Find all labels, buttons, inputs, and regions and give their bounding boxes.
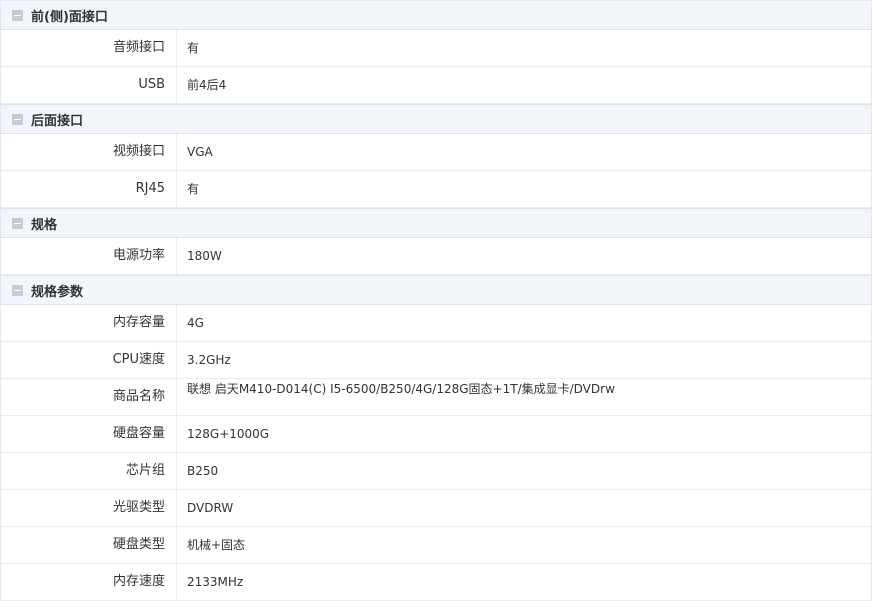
table-row: RJ45 有 xyxy=(1,171,871,208)
row-label: RJ45 xyxy=(1,171,177,207)
spec-table: 前(侧)面接口 音频接口 有 USB 前4后4 后面接口 视频接口 VGA RJ… xyxy=(0,0,872,601)
row-value: VGA xyxy=(187,145,213,159)
row-label: 商品名称 xyxy=(1,379,177,415)
row-value: 2133MHz xyxy=(187,575,244,589)
section-title: 后面接口 xyxy=(31,113,84,129)
section-title: 规格 xyxy=(31,217,58,233)
collapse-icon[interactable] xyxy=(12,113,23,125)
row-value: 有 xyxy=(187,41,200,55)
section-header-specs[interactable]: 规格 xyxy=(1,208,871,238)
table-row: 芯片组 B250 xyxy=(1,453,871,490)
row-value: 前4后4 xyxy=(187,78,227,92)
row-label: 硬盘类型 xyxy=(1,527,177,563)
row-label: 光驱类型 xyxy=(1,490,177,526)
table-row: 硬盘容量 128G+1000G xyxy=(1,416,871,453)
table-row: 硬盘类型 机械+固态 xyxy=(1,527,871,564)
section-title: 前(侧)面接口 xyxy=(31,9,108,25)
row-label: CPU速度 xyxy=(1,342,177,378)
row-value: B250 xyxy=(187,464,219,478)
section-header-rear-ports[interactable]: 后面接口 xyxy=(1,104,871,134)
collapse-icon[interactable] xyxy=(12,217,23,229)
table-row: 音频接口 有 xyxy=(1,30,871,67)
collapse-icon[interactable] xyxy=(12,9,23,21)
row-value: DVDRW xyxy=(187,501,234,515)
section-header-spec-params[interactable]: 规格参数 xyxy=(1,275,871,305)
row-label: USB xyxy=(1,67,177,103)
row-value: 180W xyxy=(187,249,222,263)
row-label: 电源功率 xyxy=(1,238,177,274)
row-value: 机械+固态 xyxy=(187,538,246,552)
table-row: 电源功率 180W xyxy=(1,238,871,275)
section-header-front-ports[interactable]: 前(侧)面接口 xyxy=(1,0,871,30)
row-label: 芯片组 xyxy=(1,453,177,489)
row-label: 内存速度 xyxy=(1,564,177,600)
row-value: 联想 启天M410-D014(C) I5-6500/B250/4G/128G固态… xyxy=(187,382,615,396)
row-label: 内存容量 xyxy=(1,305,177,341)
collapse-icon[interactable] xyxy=(12,284,23,296)
row-value: 128G+1000G xyxy=(187,427,270,441)
row-label: 音频接口 xyxy=(1,30,177,66)
table-row: 内存速度 2133MHz xyxy=(1,564,871,601)
row-value: 4G xyxy=(187,316,204,330)
row-label: 硬盘容量 xyxy=(1,416,177,452)
row-label: 视频接口 xyxy=(1,134,177,170)
row-value: 有 xyxy=(187,182,200,196)
table-row: USB 前4后4 xyxy=(1,67,871,104)
table-row: 光驱类型 DVDRW xyxy=(1,490,871,527)
table-row: 内存容量 4G xyxy=(1,305,871,342)
section-title: 规格参数 xyxy=(31,284,84,300)
row-value: 3.2GHz xyxy=(187,353,231,367)
table-row: CPU速度 3.2GHz xyxy=(1,342,871,379)
table-row: 商品名称 联想 启天M410-D014(C) I5-6500/B250/4G/1… xyxy=(1,379,871,416)
table-row: 视频接口 VGA xyxy=(1,134,871,171)
